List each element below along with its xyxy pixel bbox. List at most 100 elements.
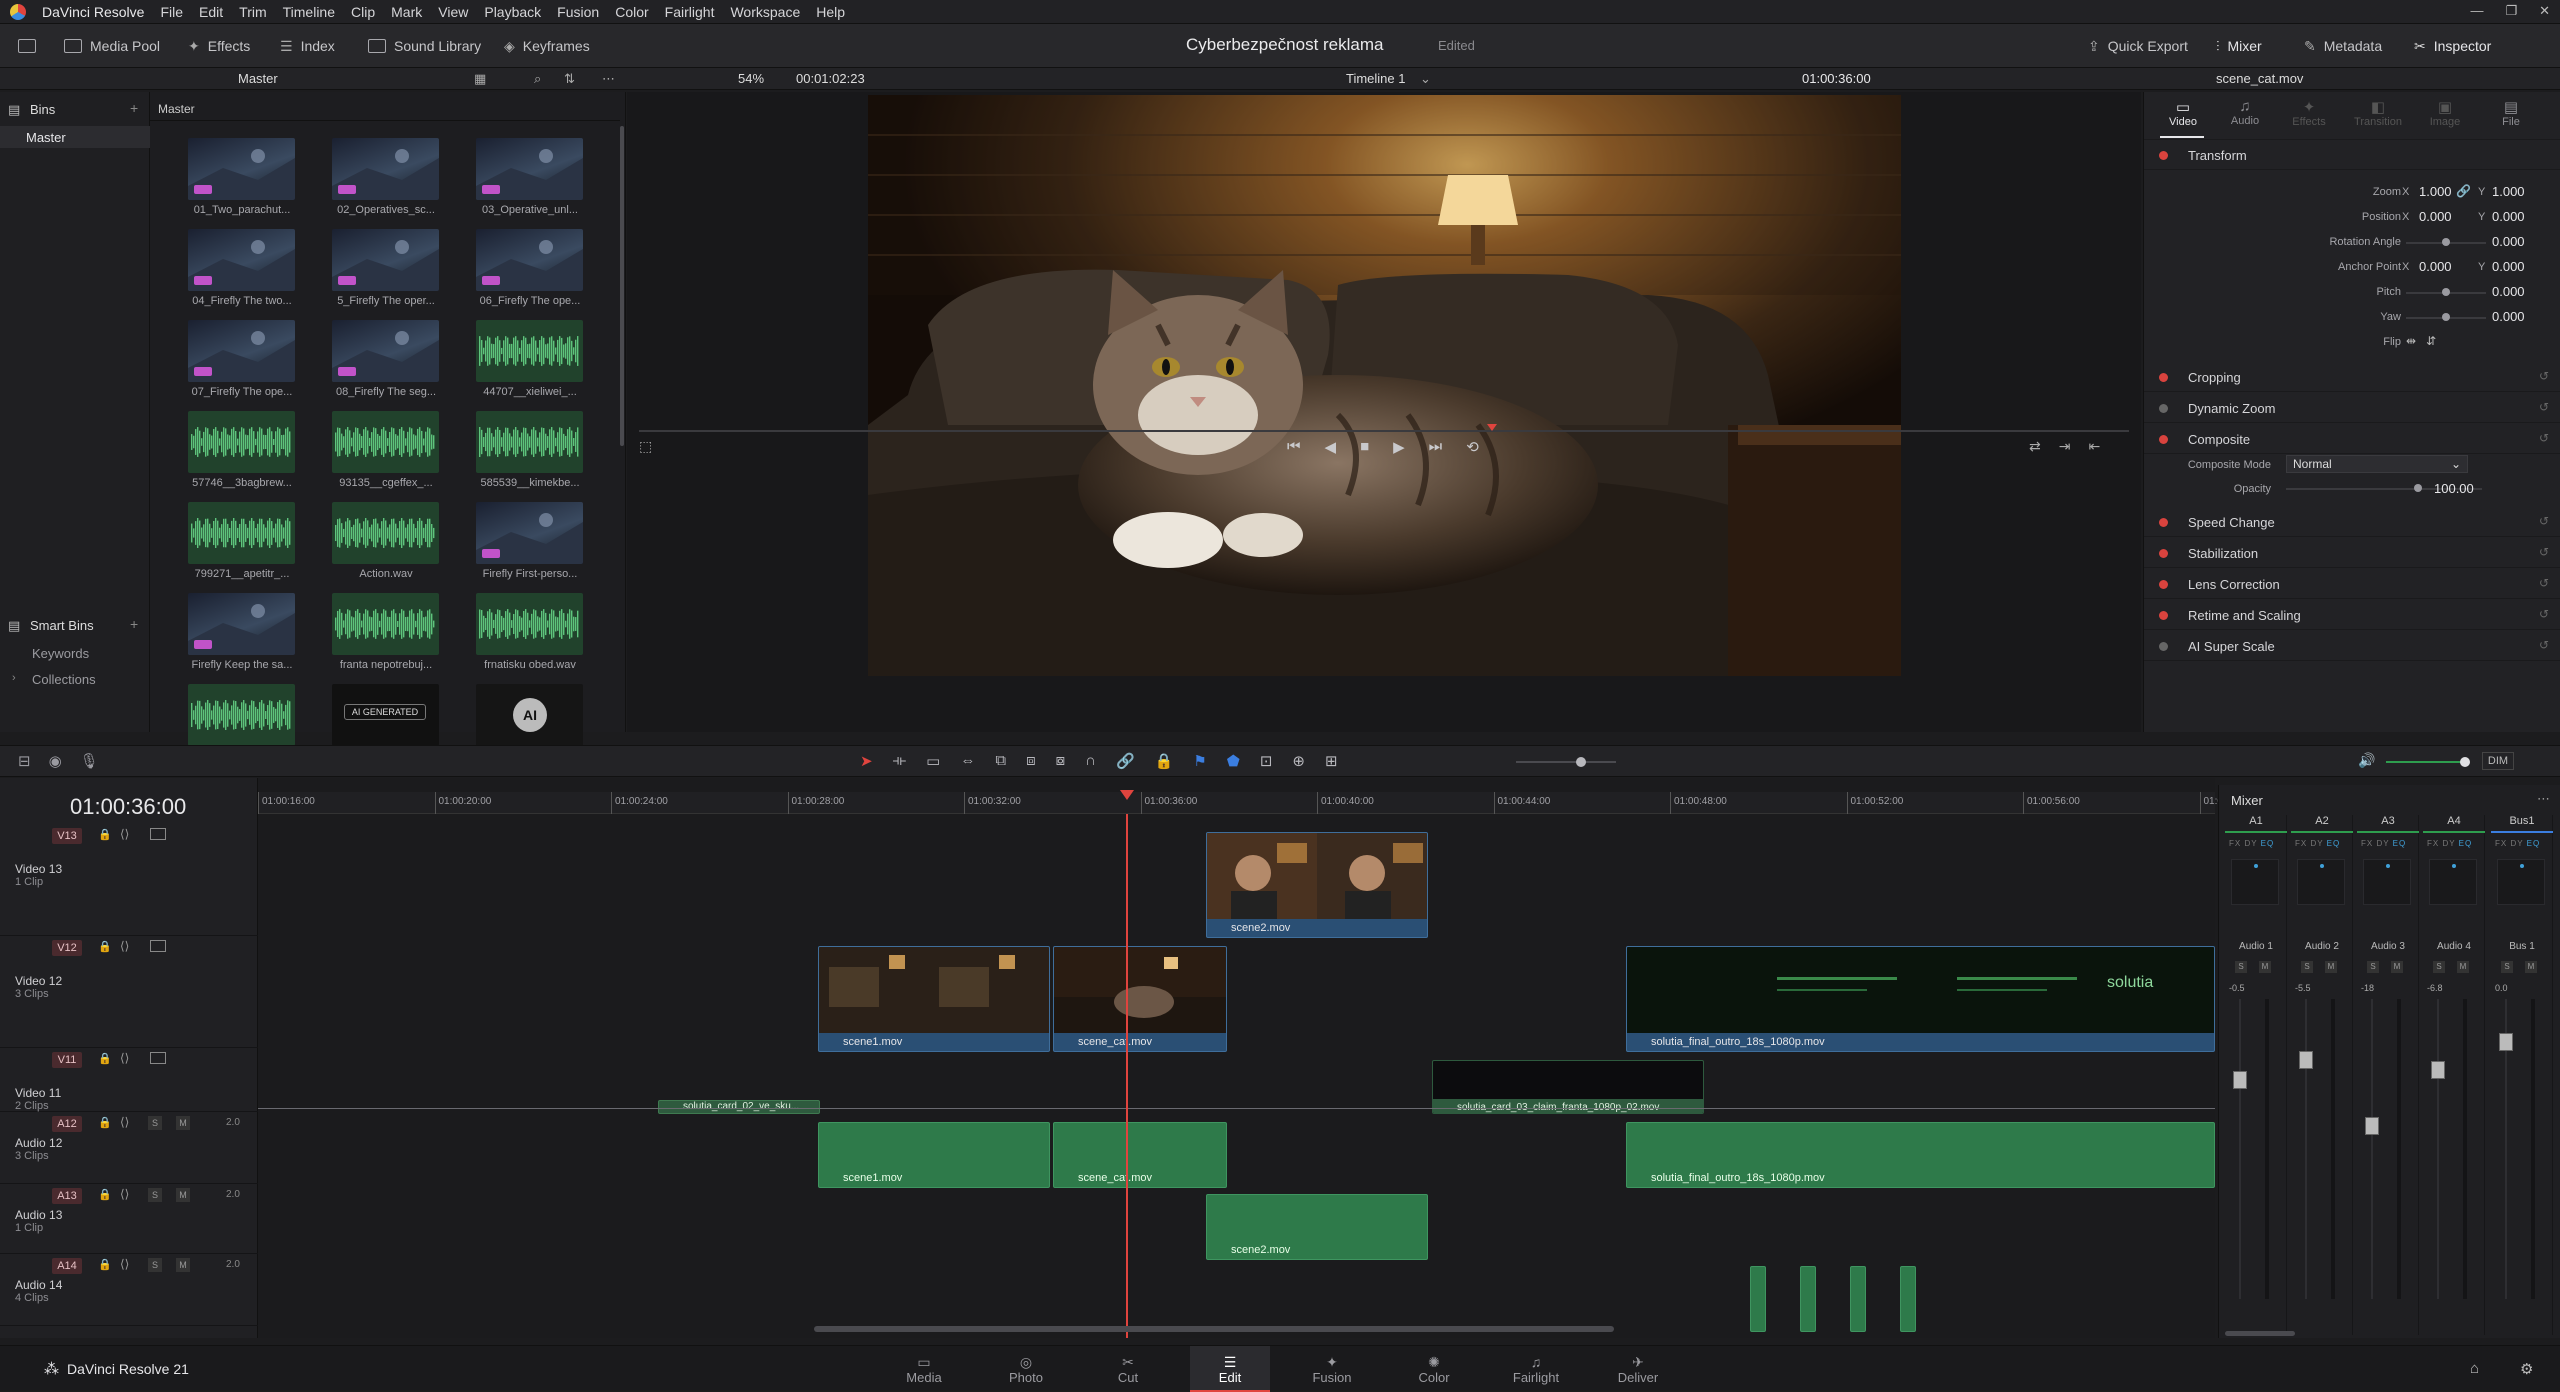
- layout-icon[interactable]: ⊟: [18, 752, 31, 770]
- track-header-v11[interactable]: V11 🔒 ⟨⟩ Video 11 2 Clips: [0, 1048, 258, 1112]
- keyframes-button[interactable]: ◈ Keyframes: [504, 34, 590, 58]
- tab-image[interactable]: ▣ Image: [2418, 98, 2472, 128]
- tab-audio[interactable]: ♫ Audio: [2218, 98, 2272, 127]
- replace-clip-icon[interactable]: ⧇: [1056, 752, 1066, 770]
- grid-view-icon[interactable]: ▦: [474, 71, 486, 87]
- dynamic-trim-icon[interactable]: ⇔: [960, 752, 975, 770]
- overwrite-clip-icon[interactable]: ⧈: [1026, 752, 1036, 770]
- blade-tool-icon[interactable]: ▭: [926, 752, 940, 770]
- flip-vertical-icon[interactable]: ⇵: [2426, 334, 2436, 348]
- snapping-icon[interactable]: ∩: [1085, 752, 1096, 770]
- inspector-button[interactable]: ✂ Inspector: [2414, 34, 2491, 58]
- smart-bin-collections[interactable]: Collections: [32, 672, 96, 687]
- play-icon[interactable]: ▶: [1393, 438, 1405, 456]
- section-retime-and-scaling[interactable]: Retime and Scaling ↺: [2144, 600, 2560, 630]
- microphone-icon[interactable]: 🎙: [80, 752, 99, 770]
- menu-help[interactable]: Help: [808, 4, 853, 20]
- section-enable-icon[interactable]: [2159, 611, 2168, 620]
- menu-mark[interactable]: Mark: [383, 4, 430, 20]
- zoom-x-value[interactable]: 1.000: [2419, 184, 2452, 199]
- channel-mute-button[interactable]: M: [2259, 961, 2271, 973]
- eye-icon[interactable]: ◉: [49, 752, 62, 770]
- clip-scene1-video[interactable]: scene1.mov: [818, 946, 1050, 1052]
- quick-export-button[interactable]: ⇪ Quick Export: [2088, 34, 2188, 58]
- channel-solo-button[interactable]: S: [2235, 961, 2247, 973]
- track-tag[interactable]: V13: [52, 828, 82, 844]
- auto-select-icon[interactable]: ⟨⟩: [120, 1187, 129, 1201]
- track-tag[interactable]: A14: [52, 1258, 82, 1274]
- workspace-toggle-button[interactable]: [18, 34, 36, 58]
- channel-pan-box[interactable]: [2231, 859, 2279, 905]
- zoom-detail-icon[interactable]: ⊕: [1292, 752, 1305, 770]
- clip-card3[interactable]: solutia_card_03_claim_franta_1080p_02.mo…: [1432, 1060, 1704, 1114]
- viewer-frame[interactable]: [868, 95, 1901, 676]
- auto-select-icon[interactable]: ⟨⟩: [120, 1051, 129, 1065]
- metadata-button[interactable]: ✎ Metadata: [2304, 34, 2382, 58]
- clip-scene-cat-audio[interactable]: scene_cat.mov: [1053, 1122, 1227, 1188]
- media-pool-button[interactable]: Media Pool: [64, 34, 160, 58]
- play-reverse-icon[interactable]: ◀: [1325, 438, 1337, 456]
- channel-fx-strip[interactable]: FX DY EQ: [2495, 839, 2540, 848]
- reset-icon[interactable]: ↺: [2539, 431, 2549, 445]
- lock-icon[interactable]: 🔒: [98, 1116, 112, 1129]
- master-volume-handle[interactable]: [2460, 757, 2470, 767]
- track-tag[interactable]: V12: [52, 940, 82, 956]
- clip-thumbnail[interactable]: [332, 593, 439, 655]
- channel-fader-track[interactable]: [2305, 999, 2307, 1299]
- reset-icon[interactable]: ↺: [2539, 638, 2549, 652]
- insert-clip-icon[interactable]: ⧉: [995, 752, 1006, 770]
- menu-trim[interactable]: Trim: [231, 4, 274, 20]
- clip-thumbnail[interactable]: [188, 411, 295, 473]
- clip-thumbnail[interactable]: [188, 229, 295, 291]
- stop-icon[interactable]: ■: [1360, 438, 1369, 456]
- lock-icon[interactable]: 🔒: [98, 828, 112, 841]
- prev-edit-icon[interactable]: ⇤: [2088, 438, 2100, 455]
- section-speed-change[interactable]: Speed Change ↺: [2144, 507, 2560, 537]
- section-enable-icon[interactable]: [2159, 435, 2168, 444]
- track-header-a13[interactable]: A13 🔒 ⟨⟩ S M 2.0 Audio 13 1 Clip: [0, 1184, 258, 1254]
- clip-scene-cat-video[interactable]: scene_cat.mov: [1053, 946, 1227, 1052]
- link-icon[interactable]: 🔗: [2456, 184, 2471, 198]
- sort-icon[interactable]: ⇅: [564, 71, 575, 87]
- auto-select-icon[interactable]: ⟨⟩: [120, 1257, 129, 1271]
- mixer-button[interactable]: ⫶ Mixer: [2216, 34, 2262, 58]
- channel-solo-button[interactable]: S: [2367, 961, 2379, 973]
- page-tab-fairlight[interactable]: ♫ Fairlight: [1496, 1346, 1576, 1392]
- timeline-zoom-slider[interactable]: [1516, 761, 1616, 763]
- pool-scrollbar[interactable]: [620, 126, 624, 446]
- channel-pan-box[interactable]: [2429, 859, 2477, 905]
- rotation-slider-handle[interactable]: [2442, 238, 2450, 246]
- clip-card2[interactable]: solutia_card_02_ve_sku...: [658, 1100, 820, 1114]
- channel-fx-strip[interactable]: FX DY EQ: [2295, 839, 2340, 848]
- section-transform[interactable]: Transform: [2144, 140, 2560, 170]
- reset-icon[interactable]: ↺: [2539, 607, 2549, 621]
- home-icon[interactable]: ⌂: [2470, 1360, 2479, 1377]
- track-tag[interactable]: A13: [52, 1188, 82, 1204]
- page-tab-deliver[interactable]: ✈ Deliver: [1598, 1346, 1678, 1392]
- channel-fader-handle[interactable]: [2365, 1117, 2379, 1135]
- channel-fader-track[interactable]: [2371, 999, 2373, 1299]
- menu-timeline[interactable]: Timeline: [275, 4, 343, 20]
- mute-button[interactable]: M: [176, 1188, 190, 1202]
- sound-library-button[interactable]: Sound Library: [368, 34, 481, 58]
- zoom-full-icon[interactable]: ⊡: [1260, 752, 1273, 770]
- clip-a14-4[interactable]: [1900, 1266, 1916, 1332]
- section-enable-icon[interactable]: [2159, 580, 2168, 589]
- reset-icon[interactable]: ↺: [2539, 545, 2549, 559]
- mixer-scrollbar[interactable]: [2225, 1331, 2295, 1336]
- chevron-right-icon[interactable]: ›: [12, 672, 16, 684]
- channel-solo-button[interactable]: S: [2501, 961, 2513, 973]
- channel-pan-box[interactable]: [2497, 859, 2545, 905]
- clip-thumbnail[interactable]: [476, 138, 583, 200]
- clip-scene1-audio[interactable]: scene1.mov: [818, 1122, 1050, 1188]
- channel-fader-track[interactable]: [2239, 999, 2241, 1299]
- search-icon[interactable]: ⌕: [534, 71, 541, 87]
- clip-thumbnail[interactable]: [332, 138, 439, 200]
- linked-selection-icon[interactable]: 🔗: [1116, 752, 1135, 770]
- index-button[interactable]: ☰ Index: [280, 34, 335, 58]
- selection-tool-icon[interactable]: ➤: [860, 752, 873, 770]
- smart-bin-keywords[interactable]: Keywords: [32, 646, 89, 661]
- channel-pan-box[interactable]: [2297, 859, 2345, 905]
- lock-icon[interactable]: 🔒: [98, 940, 112, 953]
- menu-clip[interactable]: Clip: [343, 4, 383, 20]
